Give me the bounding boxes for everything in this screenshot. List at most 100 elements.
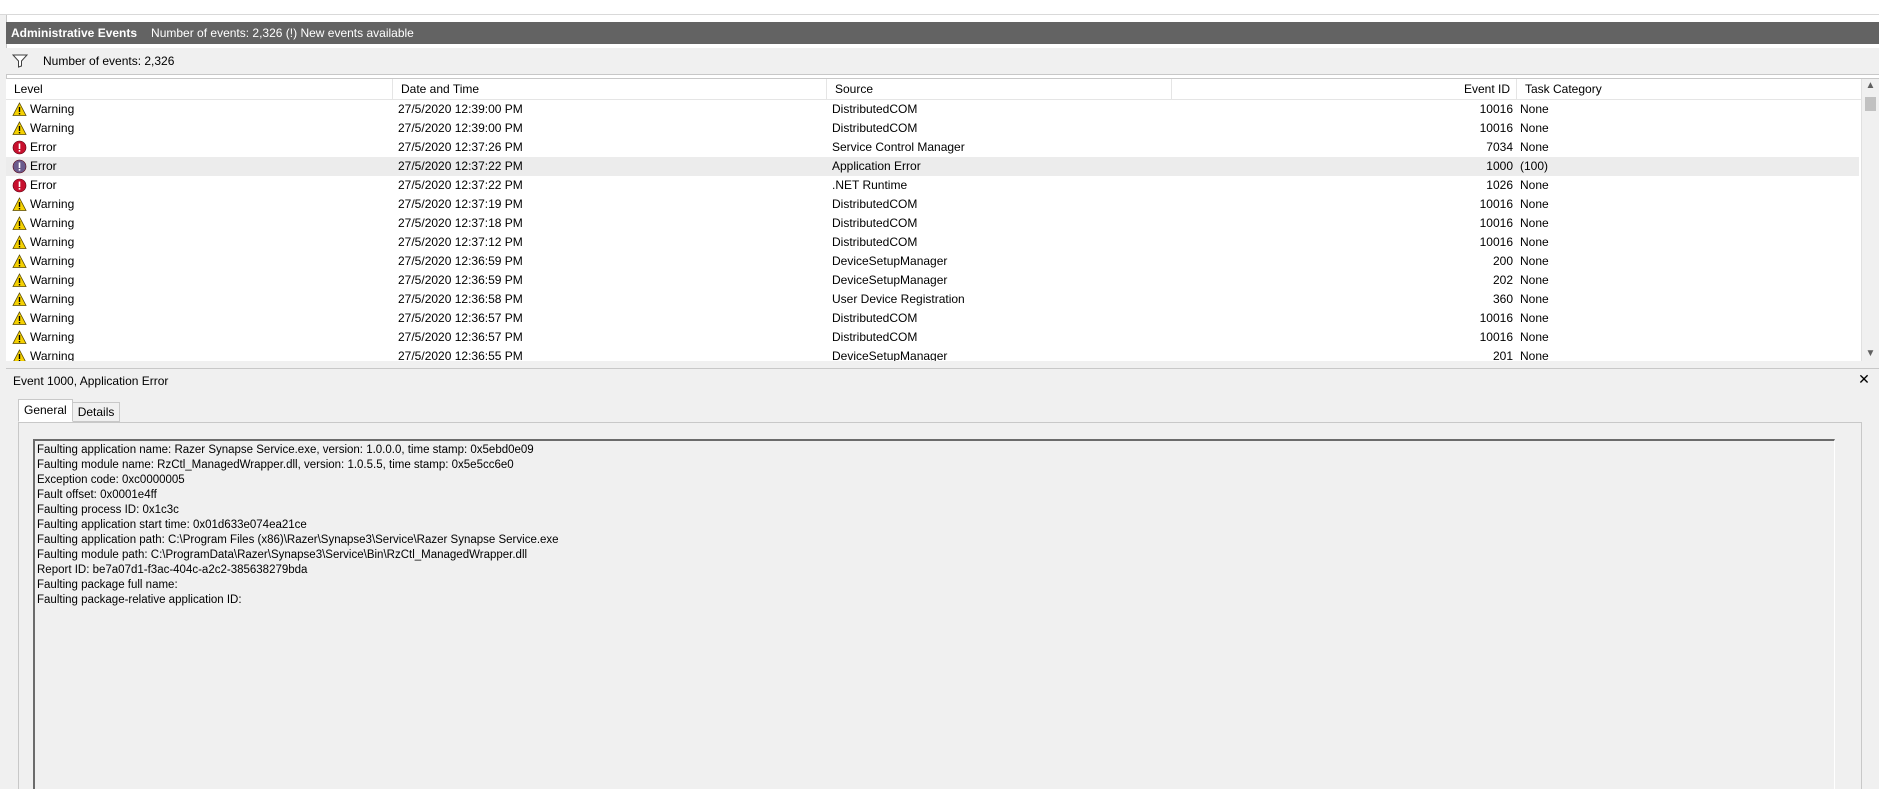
detail-tabs: General Details: [18, 399, 121, 422]
row-source: DistributedCOM: [832, 330, 918, 344]
row-task-category: None: [1520, 197, 1549, 211]
row-date: 27/5/2020 12:39:00 PM: [398, 121, 523, 135]
row-task-category: None: [1520, 178, 1549, 192]
row-event-id: 202: [1492, 273, 1513, 287]
table-row[interactable]: Error 27/5/2020 12:37:22 PM Application Er…: [6, 157, 1859, 176]
column-header-source[interactable]: Source: [827, 79, 1172, 99]
row-event-id: 1026: [1486, 178, 1513, 192]
scroll-down-icon[interactable]: ▼: [1862, 347, 1879, 361]
top-strip: [0, 0, 1879, 15]
description-line: Report ID: be7a07d1-f3ac-404c-a2c2-38563…: [37, 564, 308, 576]
row-task-category: None: [1520, 349, 1549, 362]
table-row[interactable]: Warning 27/5/2020 12:37:12 PM DistributedC…: [6, 233, 1859, 252]
row-event-id: 10016: [1479, 197, 1513, 211]
row-source: DistributedCOM: [832, 121, 918, 135]
scroll-up-icon[interactable]: ▲: [1862, 79, 1879, 93]
table-row[interactable]: Warning 27/5/2020 12:36:59 PM DeviceSetupM…: [6, 271, 1859, 290]
row-source: Service Control Manager: [832, 140, 965, 154]
table-row[interactable]: Warning 27/5/2020 12:37:18 PM DistributedC…: [6, 214, 1859, 233]
row-event-id: 10016: [1479, 235, 1513, 249]
tab-details[interactable]: Details: [71, 402, 121, 422]
row-event-id: 10016: [1479, 311, 1513, 325]
filter-funnel-icon[interactable]: [11, 54, 29, 68]
tab-general[interactable]: General: [18, 399, 73, 422]
view-subtitle: Number of events: 2,326 (!) New events a…: [151, 26, 414, 40]
column-header-event-id[interactable]: Event ID: [1172, 79, 1517, 99]
view-title: Administrative Events: [11, 26, 138, 40]
error-icon: [12, 140, 27, 155]
row-task-category: None: [1520, 102, 1549, 116]
row-date: 27/5/2020 12:36:55 PM: [398, 349, 523, 362]
description-line: Faulting application name: Razer Synapse…: [37, 444, 534, 456]
table-row[interactable]: Warning 27/5/2020 12:39:00 PM DistributedC…: [6, 119, 1859, 138]
table-row[interactable]: Warning 27/5/2020 12:36:59 PM DeviceSetupM…: [6, 252, 1859, 271]
events-scrollbar[interactable]: ▲ ▼: [1861, 79, 1879, 361]
column-header-date[interactable]: Date and Time: [393, 79, 827, 99]
table-row[interactable]: Warning 27/5/2020 12:37:19 PM DistributedC…: [6, 195, 1859, 214]
row-level: Warning: [30, 197, 75, 211]
scroll-thumb[interactable]: [1865, 97, 1876, 111]
row-source: DeviceSetupManager: [832, 254, 948, 268]
table-row[interactable]: Warning 27/5/2020 12:36:57 PM DistributedC…: [6, 309, 1859, 328]
error-icon: [12, 178, 27, 193]
description-line: Fault offset: 0x0001e4ff: [37, 489, 157, 501]
row-date: 27/5/2020 12:36:57 PM: [398, 330, 523, 344]
row-date: 27/5/2020 12:36:58 PM: [398, 292, 523, 306]
row-source: DeviceSetupManager: [832, 273, 948, 287]
row-task-category: None: [1520, 140, 1549, 154]
table-row[interactable]: Warning 27/5/2020 12:36:58 PM User Device …: [6, 290, 1859, 309]
row-level: Error: [30, 140, 57, 154]
table-row[interactable]: Error 27/5/2020 12:37:22 PM .NET Runtime 10…: [6, 176, 1859, 195]
warning-icon: [12, 102, 27, 117]
table-row[interactable]: Warning 27/5/2020 12:36:55 PM DeviceSetupM…: [6, 347, 1859, 362]
row-level: Warning: [30, 121, 75, 135]
row-level: Warning: [30, 235, 75, 249]
table-row[interactable]: Error 27/5/2020 12:37:26 PM Service Contro…: [6, 138, 1859, 157]
row-source: Application Error: [832, 159, 921, 173]
filter-bar: Number of events: 2,326: [6, 48, 1879, 75]
description-line: Faulting process ID: 0x1c3c: [37, 504, 179, 516]
row-task-category: None: [1520, 273, 1549, 287]
pane-splitter[interactable]: [6, 361, 1879, 368]
row-date: 27/5/2020 12:39:00 PM: [398, 102, 523, 116]
event-viewer-window: Administrative Events Number of events: …: [0, 0, 1879, 789]
warning-icon: [12, 197, 27, 212]
description-line: Faulting module path: C:\ProgramData\Raz…: [37, 549, 528, 561]
column-header-task-category[interactable]: Task Category: [1517, 79, 1862, 99]
row-task-category: None: [1520, 121, 1549, 135]
row-date: 27/5/2020 12:36:59 PM: [398, 254, 523, 268]
row-level: Error: [30, 178, 57, 192]
warning-icon: [12, 292, 27, 307]
row-date: 27/5/2020 12:37:18 PM: [398, 216, 523, 230]
events-table: Level Date and Time Source Event ID Task…: [6, 78, 1879, 362]
warning-icon: [12, 254, 27, 269]
row-level: Warning: [30, 311, 75, 325]
row-level: Warning: [30, 216, 75, 230]
filter-label: Number of events: 2,326: [43, 54, 175, 68]
row-event-id: 1000: [1486, 159, 1513, 173]
close-icon[interactable]: ✕: [1857, 372, 1871, 386]
row-task-category: None: [1520, 254, 1549, 268]
row-date: 27/5/2020 12:37:22 PM: [398, 159, 523, 173]
column-header-level[interactable]: Level: [6, 79, 393, 99]
warning-icon: [12, 311, 27, 326]
row-event-id: 10016: [1479, 216, 1513, 230]
table-row[interactable]: Warning 27/5/2020 12:36:57 PM DistributedC…: [6, 328, 1859, 347]
warning-icon: [12, 121, 27, 136]
row-date: 27/5/2020 12:37:12 PM: [398, 235, 523, 249]
row-level: Warning: [30, 273, 75, 287]
row-task-category: None: [1520, 330, 1549, 344]
row-source: DistributedCOM: [832, 311, 918, 325]
description-line: Faulting application start time: 0x01d63…: [37, 519, 307, 531]
description-line: Faulting module name: RzCtl_ManagedWrapp…: [37, 459, 514, 471]
table-rows: Warning 27/5/2020 12:39:00 PM DistributedC…: [6, 100, 1859, 362]
row-source: .NET Runtime: [832, 178, 908, 192]
row-task-category: (100): [1520, 159, 1549, 173]
row-event-id: 10016: [1479, 330, 1513, 344]
row-level: Warning: [30, 254, 75, 268]
event-description[interactable]: Faulting application name: Razer Synapse…: [33, 439, 1835, 789]
row-date: 27/5/2020 12:36:57 PM: [398, 311, 523, 325]
table-row[interactable]: Warning 27/5/2020 12:39:00 PM DistributedC…: [6, 100, 1859, 119]
row-date: 27/5/2020 12:37:26 PM: [398, 140, 523, 154]
row-event-id: 7034: [1486, 140, 1513, 154]
